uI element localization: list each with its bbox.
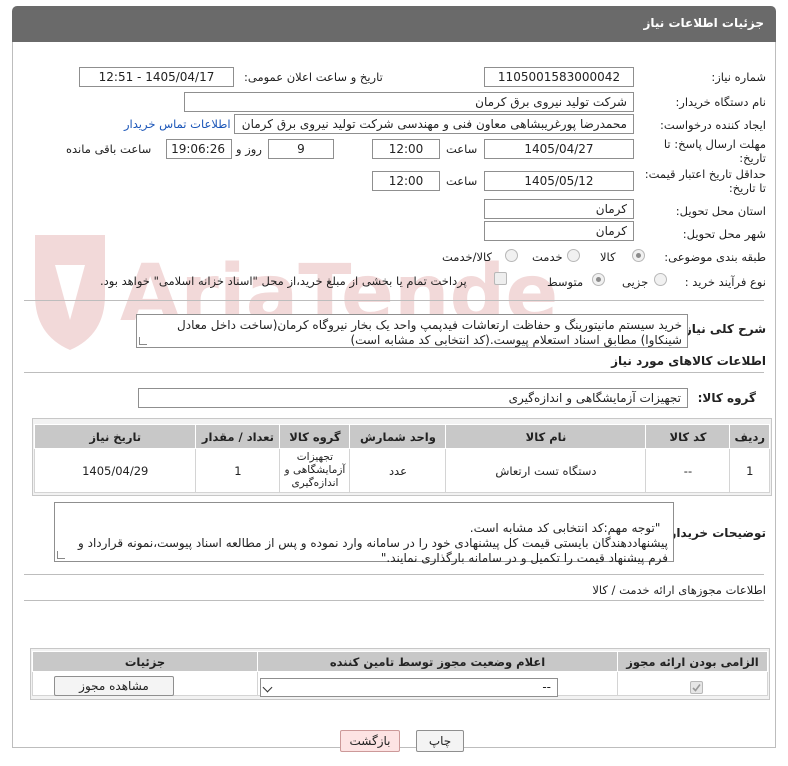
goods-group-field: تجهیزات آزمایشگاهی و اندازه‌گیری	[138, 388, 688, 408]
quantity-cell: 1	[195, 448, 281, 493]
treasury-payment-checkbox[interactable]	[494, 272, 507, 285]
validity-time-label: ساعت	[446, 174, 478, 188]
need-date-cell: 1405/04/29	[33, 448, 197, 493]
resize-handle-icon[interactable]	[57, 551, 65, 559]
window-title-bar: جزئیات اطلاعات نیاز	[12, 6, 776, 42]
permit-status-value: --	[542, 680, 551, 694]
remaining-time-label: ساعت باقی مانده	[66, 142, 152, 156]
column-header: ردیف	[729, 424, 770, 449]
goods-group-label: گروه کالا:	[697, 391, 756, 405]
treasury-payment-note: پرداخت تمام یا بخشی از مبلغ خرید،از محل …	[100, 274, 467, 288]
deadline-label-line1: مهلت ارسال پاسخ: تا	[663, 137, 766, 151]
page-title: جزئیات اطلاعات نیاز	[643, 16, 764, 30]
need-number-field: 1105001583000042	[484, 67, 634, 87]
goods-table: ردیف کد کالا نام کالا واحد شمارش گروه کا…	[33, 424, 770, 493]
divider	[24, 372, 764, 373]
column-header: تاریخ نیاز	[33, 424, 197, 449]
remaining-time-field: 19:06:26	[166, 139, 232, 159]
process-option-minor: جزیی	[622, 275, 649, 289]
process-option-medium: متوسط	[547, 275, 584, 289]
announce-date-label: تاریخ و ساعت اعلان عمومی:	[244, 70, 383, 84]
city-field: کرمان	[484, 221, 634, 241]
checkmark-icon	[692, 684, 701, 692]
deadline-date-field: 1405/04/27	[484, 139, 634, 159]
column-header: الزامی بودن ارائه مجوز	[617, 651, 768, 672]
validity-label-line2: تا تاریخ:	[728, 181, 766, 195]
column-header: کد کالا	[645, 424, 731, 449]
announce-date-field: 1405/04/17 - 12:51	[79, 67, 234, 87]
days-label: روز و	[236, 142, 262, 156]
deadline-label-line2: تاریخ:	[739, 151, 766, 165]
table-row: 1 -- دستگاه تست ارتعاش عدد تجهیزات آزمای…	[33, 448, 770, 493]
province-label: استان محل تحویل:	[675, 204, 766, 218]
column-header: گروه کالا	[279, 424, 351, 449]
deadline-time-field: 12:00	[372, 139, 440, 159]
category-radio-goods[interactable]	[632, 249, 645, 262]
province-field: کرمان	[484, 199, 634, 219]
description-label: شرح کلی نیاز:	[680, 322, 766, 336]
unit-cell: عدد	[349, 448, 447, 493]
view-permit-button[interactable]: مشاهده مجوز	[54, 676, 174, 696]
permits-section-title: اطلاعات مجوزهای ارائه خدمت / کالا	[592, 583, 766, 597]
category-radio-goods-service[interactable]	[505, 249, 518, 262]
goods-name-cell: دستگاه تست ارتعاش	[445, 448, 647, 493]
days-remaining-field: 9	[268, 139, 334, 159]
creator-label: ایجاد کننده درخواست:	[660, 118, 766, 132]
goods-section-title: اطلاعات کالاهای مورد نیاز	[611, 354, 766, 368]
category-option-service: خدمت	[532, 250, 563, 264]
validity-time-field: 12:00	[372, 171, 440, 191]
permits-table-header: الزامی بودن ارائه مجوز اعلام وضعیت مجوز …	[32, 651, 768, 672]
process-radio-medium[interactable]	[592, 273, 605, 286]
description-text: خرید سیستم مانیتورینگ و حفاظت ارتعاشات ف…	[177, 318, 682, 347]
buyer-org-label: نام دستگاه خریدار:	[675, 95, 766, 109]
column-header: تعداد / مقدار	[195, 424, 281, 449]
validity-date-field: 1405/05/12	[484, 171, 634, 191]
description-textarea[interactable]: خرید سیستم مانیتورینگ و حفاظت ارتعاشات ف…	[136, 314, 688, 348]
column-header: نام کالا	[445, 424, 647, 449]
divider	[24, 600, 764, 601]
goods-table-header: ردیف کد کالا نام کالا واحد شمارش گروه کا…	[33, 424, 770, 449]
deadline-time-label: ساعت	[446, 142, 478, 156]
back-button[interactable]: بازگشت	[340, 730, 400, 752]
row-number-cell: 1	[729, 448, 770, 493]
divider	[24, 574, 764, 575]
permit-status-select[interactable]: --	[260, 678, 558, 697]
process-label: نوع فرآیند خرید :	[684, 275, 766, 289]
column-header: واحد شمارش	[349, 424, 447, 449]
category-option-goods: کالا	[600, 250, 616, 264]
city-label: شهر محل تحویل:	[682, 227, 766, 241]
goods-group-cell: تجهیزات آزمایشگاهی و اندازه‌گیری	[279, 448, 351, 493]
buyer-notes-label: توضیحات خریدار:	[664, 526, 766, 540]
chevron-down-icon	[262, 682, 273, 693]
buyer-org-field: شرکت تولید نیروی برق کرمان	[184, 92, 634, 112]
need-number-label: شماره نیاز:	[711, 70, 766, 84]
creator-field: محمدرضا پورغریبشاهی معاون فنی و مهندسی ش…	[234, 114, 634, 134]
resize-handle-icon[interactable]	[139, 337, 147, 345]
buyer-contact-link[interactable]: اطلاعات تماس خریدار	[124, 117, 231, 131]
category-label: طبقه بندی موضوعی:	[664, 250, 766, 264]
buyer-notes-textarea[interactable]: "توجه مهم:کد انتخابی کد مشابه است. پیشنه…	[54, 502, 674, 565]
buyer-notes-text: "توجه مهم:کد انتخابی کد مشابه است. پیشنه…	[78, 521, 668, 565]
column-header: جزئیات	[32, 651, 258, 672]
validity-label-line1: حداقل تاریخ اعتبار قیمت:	[644, 167, 766, 181]
permit-required-checkbox	[690, 681, 703, 694]
divider	[24, 300, 764, 301]
column-header: اعلام وضعیت مجوز توسط تامین کننده	[257, 651, 618, 672]
process-radio-minor[interactable]	[654, 273, 667, 286]
print-button[interactable]: چاپ	[416, 730, 464, 752]
category-option-goods-service: کالا/خدمت	[442, 250, 493, 264]
goods-code-cell: --	[645, 448, 731, 493]
category-radio-service[interactable]	[567, 249, 580, 262]
